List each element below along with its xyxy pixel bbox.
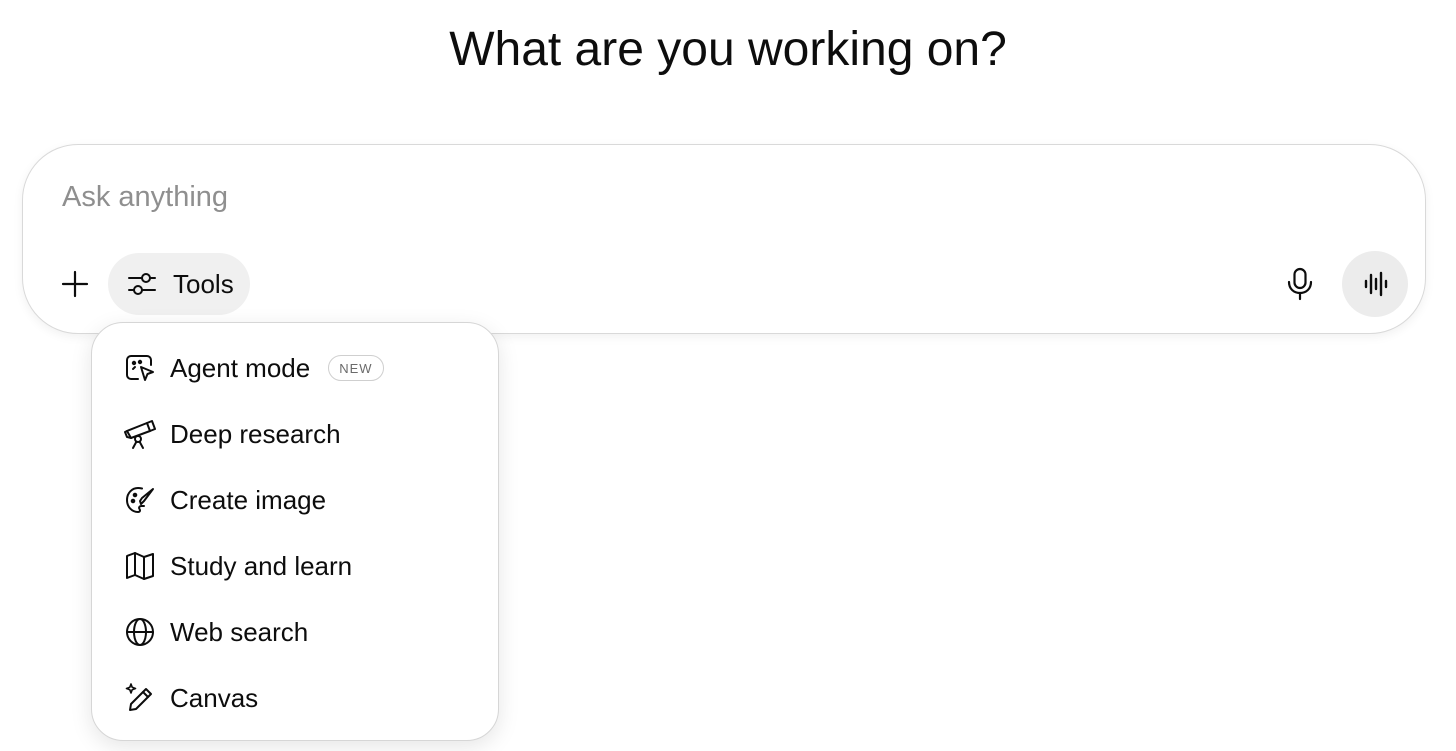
composer: Tools	[22, 144, 1426, 334]
dictate-button[interactable]	[1278, 262, 1322, 306]
menu-item-label: Create image	[170, 484, 327, 515]
page-title: What are you working on?	[449, 23, 1007, 76]
open-book-icon	[124, 550, 156, 582]
menu-item-deep-research[interactable]: Deep research	[92, 406, 498, 462]
page: What are you working on? To	[0, 0, 1456, 751]
telescope-icon	[124, 418, 156, 450]
menu-item-create-image[interactable]: Create image	[92, 472, 498, 528]
menu-item-label: Agent mode	[170, 352, 311, 383]
menu-item-web-search[interactable]: Web search	[92, 604, 498, 660]
add-attachment-button[interactable]	[55, 262, 95, 306]
microphone-icon	[1285, 267, 1315, 301]
tools-menu: Agent mode NEW Deep research Create imag…	[91, 322, 499, 741]
menu-item-agent-mode[interactable]: Agent mode NEW	[92, 340, 498, 396]
pencil-sparkle-icon	[124, 682, 156, 714]
voice-waveform-icon	[1360, 269, 1390, 299]
menu-item-label: Study and learn	[170, 550, 353, 581]
tools-label: Tools	[173, 268, 234, 299]
plus-icon	[60, 269, 90, 299]
menu-item-study-and-learn[interactable]: Study and learn	[92, 538, 498, 594]
prompt-input[interactable]	[62, 175, 1262, 219]
menu-item-label: Deep research	[170, 418, 341, 449]
sliders-icon	[126, 268, 158, 300]
agent-cursor-icon	[124, 352, 156, 384]
palette-brush-icon	[124, 484, 156, 516]
menu-item-canvas[interactable]: Canvas	[92, 670, 498, 726]
menu-item-label: Canvas	[170, 682, 259, 713]
new-badge: NEW	[328, 355, 384, 381]
menu-item-label: Web search	[170, 616, 309, 647]
voice-mode-button[interactable]	[1342, 251, 1408, 317]
globe-icon	[124, 616, 156, 648]
tools-button[interactable]: Tools	[108, 253, 250, 315]
